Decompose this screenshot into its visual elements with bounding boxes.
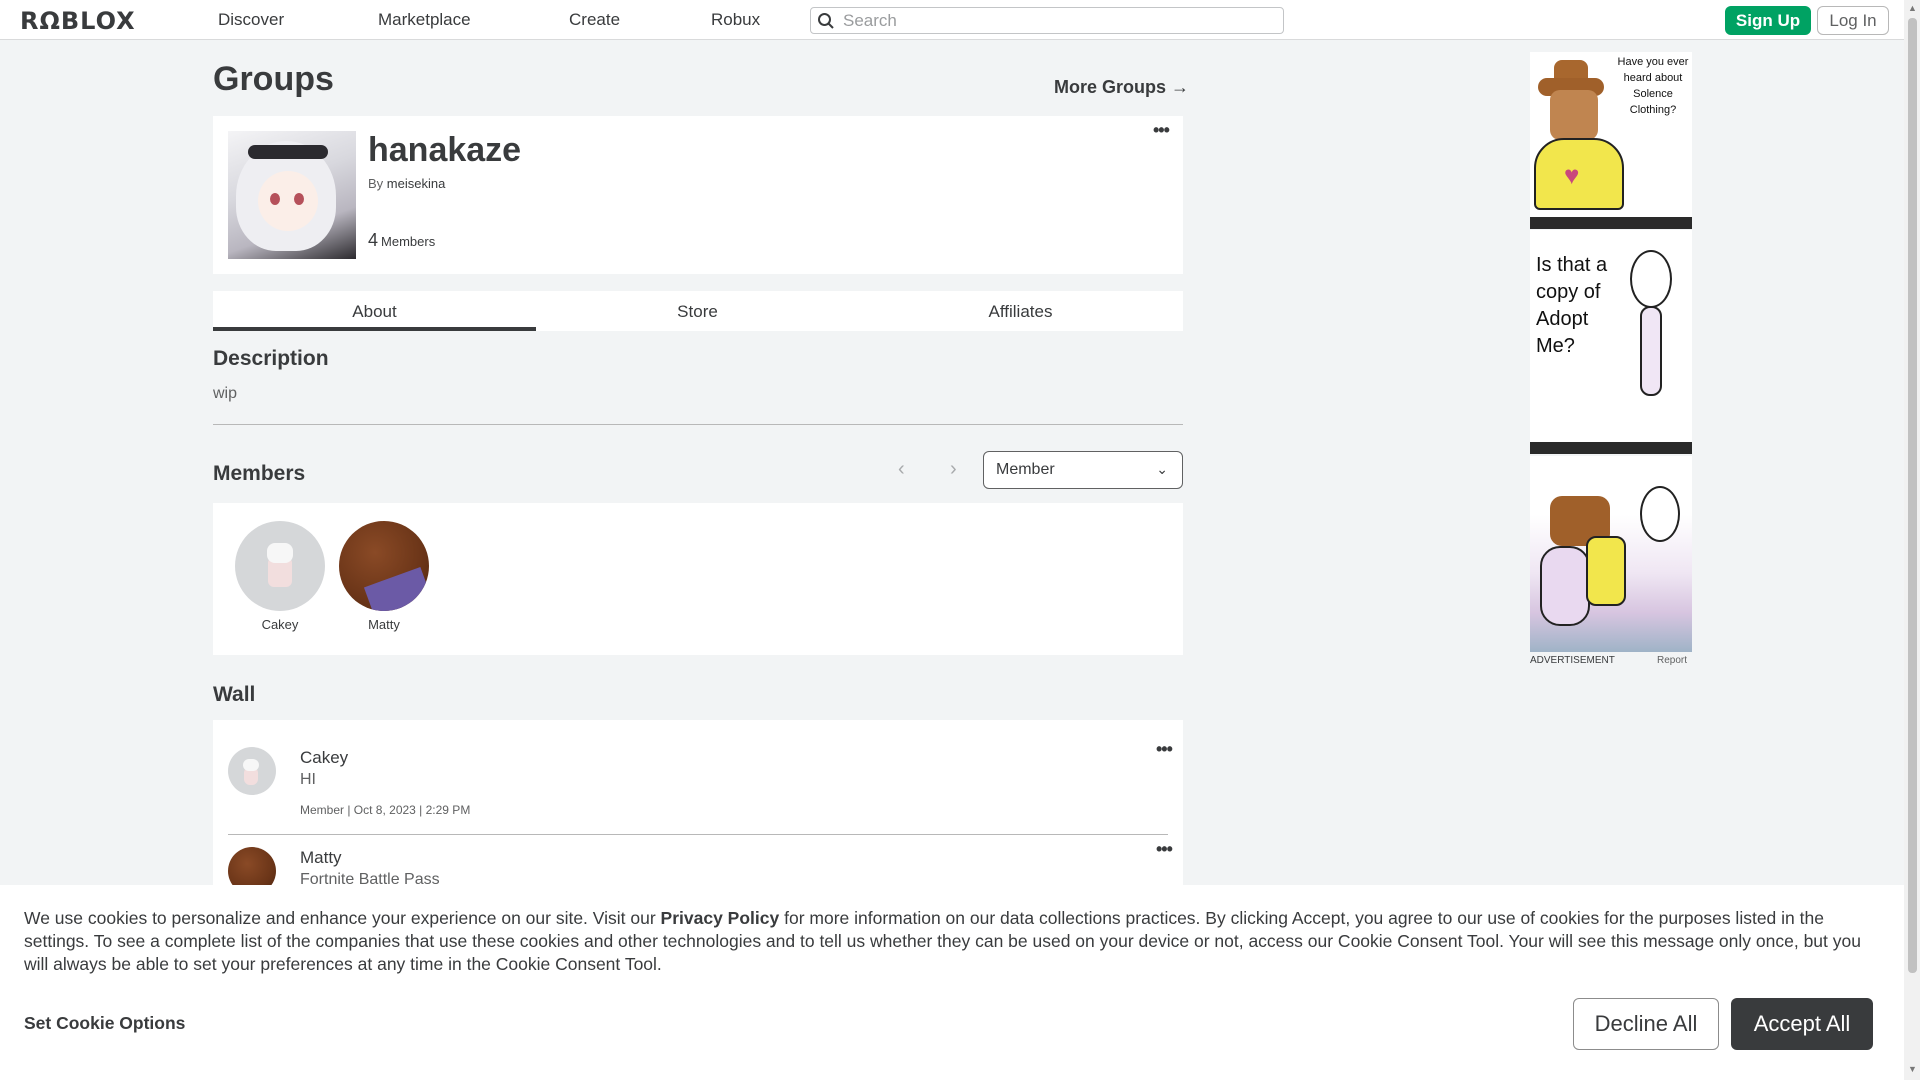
advertisement-label: ADVERTISEMENT bbox=[1530, 655, 1615, 666]
nav-discover[interactable]: Discover bbox=[218, 10, 284, 30]
post-more-options-icon[interactable]: ••• bbox=[1156, 739, 1173, 760]
tab-about[interactable]: About bbox=[213, 291, 536, 331]
search-icon[interactable] bbox=[817, 12, 835, 30]
post-author[interactable]: Cakey bbox=[300, 748, 348, 768]
group-member-count: 4 Members bbox=[368, 230, 435, 251]
wall-posts: Cakey HI Member | Oct 8, 2023 | 2:29 PM … bbox=[213, 720, 1183, 895]
post-more-options-icon[interactable]: ••• bbox=[1156, 839, 1173, 860]
ad-banner-adopt-me[interactable]: Is that a copy of Adopt Me? bbox=[1530, 230, 1692, 442]
cookie-message: We use cookies to personalize and enhanc… bbox=[24, 907, 1886, 976]
ad-banner-crowd[interactable] bbox=[1530, 456, 1692, 652]
group-header-card: hanakaze By meisekina 4 Members ••• bbox=[213, 116, 1183, 274]
ad-divider bbox=[1530, 217, 1692, 229]
nav-create[interactable]: Create bbox=[569, 10, 620, 30]
members-title: Members bbox=[213, 462, 306, 485]
ad-text: Have you ever heard about Solence Clothi… bbox=[1617, 56, 1689, 116]
nav-marketplace[interactable]: Marketplace bbox=[378, 10, 471, 30]
post-divider bbox=[228, 834, 1168, 835]
member-name[interactable]: Matty bbox=[339, 617, 429, 632]
scroll-down-arrow-icon[interactable]: ▼ bbox=[1908, 1064, 1917, 1074]
description-title: Description bbox=[213, 347, 329, 370]
tab-store[interactable]: Store bbox=[536, 291, 859, 331]
more-groups-link[interactable]: More Groups → bbox=[1054, 77, 1189, 98]
login-button[interactable]: Log In bbox=[1817, 6, 1889, 35]
set-cookie-options-link[interactable]: Set Cookie Options bbox=[24, 1013, 185, 1034]
group-emblem-image bbox=[228, 131, 356, 259]
privacy-policy-link[interactable]: Privacy Policy bbox=[661, 908, 780, 928]
report-ad-link[interactable]: Report bbox=[1657, 655, 1687, 666]
scroll-up-arrow-icon[interactable]: ▲ bbox=[1908, 3, 1917, 13]
group-tabs: About Store Affiliates bbox=[213, 291, 1183, 331]
page-scrollbar[interactable]: ▲ ▼ bbox=[1904, 0, 1920, 1080]
heart-icon: ♥ bbox=[1564, 160, 1580, 190]
section-divider bbox=[213, 424, 1183, 425]
member-name[interactable]: Cakey bbox=[235, 617, 325, 632]
member-item[interactable]: Cakey bbox=[235, 521, 325, 632]
description-text: wip bbox=[213, 385, 238, 402]
decline-all-button[interactable]: Decline All bbox=[1573, 998, 1719, 1050]
members-next-page-icon[interactable]: › bbox=[950, 458, 957, 481]
cookie-consent-banner: We use cookies to personalize and enhanc… bbox=[0, 885, 1904, 1080]
ad-divider bbox=[1530, 442, 1692, 454]
members-prev-page-icon[interactable]: ‹ bbox=[898, 458, 905, 481]
member-count-label: Members bbox=[381, 234, 436, 249]
avatar[interactable] bbox=[235, 521, 325, 611]
wall-title: Wall bbox=[213, 683, 256, 706]
signup-button[interactable]: Sign Up bbox=[1725, 6, 1811, 35]
ad-text: Is that a copy of Adopt Me? bbox=[1536, 254, 1608, 357]
search-input[interactable] bbox=[843, 10, 1263, 31]
group-name: hanakaze bbox=[368, 131, 522, 169]
page-title: Groups bbox=[213, 60, 334, 98]
search-box bbox=[810, 7, 1284, 34]
group-owner-line: By meisekina bbox=[368, 176, 445, 191]
roblox-logo[interactable]: RΩBLOX bbox=[20, 7, 136, 35]
post-body: HI bbox=[300, 771, 316, 788]
post-author[interactable]: Matty bbox=[300, 848, 342, 868]
avatar[interactable] bbox=[339, 521, 429, 611]
top-nav: RΩBLOX Discover Marketplace Create Robux… bbox=[0, 0, 1904, 40]
members-list: Cakey Matty bbox=[213, 503, 1183, 655]
role-dropdown-value: Member bbox=[996, 461, 1055, 478]
ad-banner-solence[interactable]: ♥ Have you ever heard about Solence Clot… bbox=[1530, 52, 1692, 217]
chevron-down-icon: ⌄ bbox=[1156, 461, 1168, 477]
tab-affiliates[interactable]: Affiliates bbox=[859, 291, 1182, 331]
member-item[interactable]: Matty bbox=[339, 521, 429, 632]
group-more-options-icon[interactable]: ••• bbox=[1153, 120, 1170, 141]
nav-robux[interactable]: Robux bbox=[711, 10, 760, 30]
post-meta: Member | Oct 8, 2023 | 2:29 PM bbox=[300, 803, 471, 817]
avatar[interactable] bbox=[228, 747, 276, 795]
member-role-dropdown[interactable]: Member ⌄ bbox=[983, 451, 1183, 489]
member-count-value: 4 bbox=[368, 230, 379, 250]
accept-all-button[interactable]: Accept All bbox=[1731, 998, 1873, 1050]
scroll-thumb[interactable] bbox=[1908, 18, 1917, 973]
by-prefix: By bbox=[368, 176, 384, 191]
group-owner-link[interactable]: meisekina bbox=[387, 176, 446, 191]
cookie-text-before: We use cookies to personalize and enhanc… bbox=[24, 908, 661, 928]
